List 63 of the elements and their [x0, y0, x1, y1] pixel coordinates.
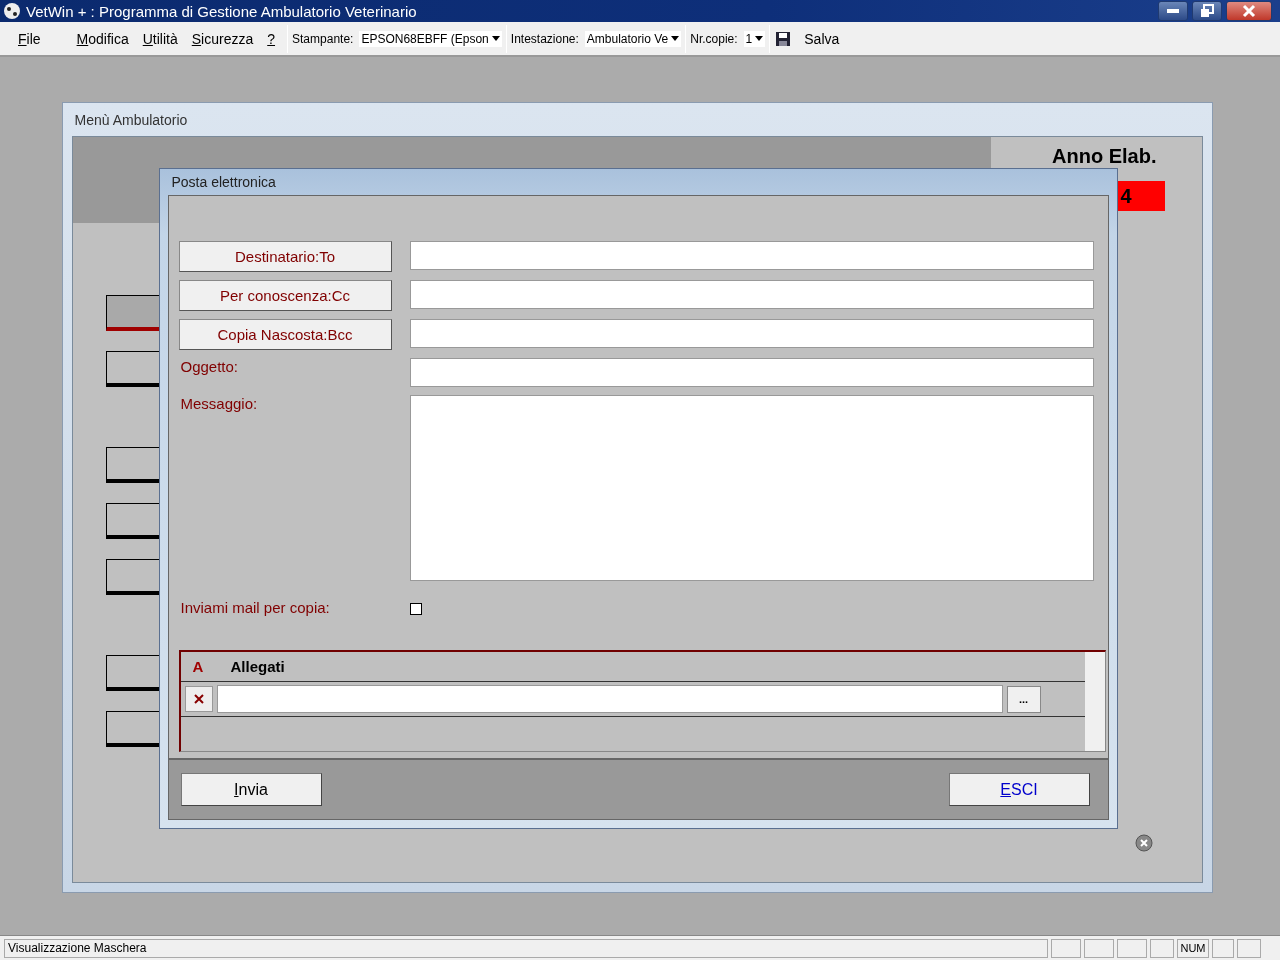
recipient-button[interactable]: Destinatario:To: [178, 241, 392, 272]
minimize-icon: [1167, 9, 1179, 13]
header-label: Intestazione:: [510, 31, 579, 46]
dropdown-caret-icon[interactable]: [491, 36, 500, 41]
recipient-button[interactable]: Copia Nascosta:Bcc: [178, 319, 392, 350]
copy-checkbox[interactable]: [409, 603, 422, 615]
copy-label: Inviami mail per copia:: [179, 599, 330, 616]
dropdown-caret-icon[interactable]: [671, 36, 680, 41]
menu-button[interactable]: [105, 295, 160, 331]
copies-label: Nr.copie:: [690, 31, 738, 46]
field-label: Oggetto:: [179, 358, 239, 375]
restore-button[interactable]: [1192, 1, 1222, 21]
menu-button[interactable]: [105, 559, 160, 595]
input-field[interactable]: [409, 280, 1094, 309]
status-panel: [1212, 938, 1234, 958]
year-label: Anno Elab.: [1052, 145, 1157, 167]
column-header: Allegati: [230, 658, 285, 675]
restore-icon: [1200, 4, 1214, 18]
app-logo-icon: [2, 1, 22, 21]
input-field[interactable]: [409, 241, 1094, 270]
status-panel: [1051, 938, 1081, 958]
num-lock-indicator: NUM: [1177, 938, 1209, 958]
menu-item[interactable]: ?: [261, 30, 282, 47]
menu-button[interactable]: [105, 351, 160, 387]
header-dropdown[interactable]: Ambulatorio Ve: [584, 30, 682, 47]
browse-button[interactable]: ...: [1006, 685, 1041, 713]
copies-dropdown[interactable]: 1: [743, 30, 766, 47]
send-button[interactable]: Invia: [180, 773, 322, 806]
delete-icon: [192, 693, 205, 705]
window-title: VetWin + : Programma di Gestione Ambulatorio Veterinario: [26, 2, 418, 20]
menu-window-title: Menù Ambulatorio: [73, 110, 189, 130]
menu-button[interactable]: [105, 503, 160, 539]
scrollbar-track[interactable]: [1084, 652, 1105, 751]
dialog-title: Posta elettronica: [170, 173, 277, 192]
column-marker: A: [191, 658, 205, 675]
close-icon: [1242, 4, 1256, 18]
message-field[interactable]: [409, 395, 1094, 581]
menu-button[interactable]: [105, 447, 160, 483]
status-panel: [1117, 938, 1147, 958]
input-field[interactable]: [409, 358, 1094, 387]
message-label: Messaggio:: [179, 395, 258, 412]
menu-button[interactable]: [105, 711, 160, 747]
status-text: Visualizzazione Maschera: [4, 938, 1048, 958]
menu-item[interactable]: File: [12, 30, 47, 47]
printer-label: Stampante:: [292, 31, 354, 46]
menu-item[interactable]: Sicurezza: [185, 30, 260, 47]
menu-button[interactable]: [105, 655, 160, 691]
attachment-field[interactable]: [216, 685, 1003, 713]
recipient-button[interactable]: Per conoscenza:Cc: [178, 280, 392, 311]
status-panel: [1237, 938, 1261, 958]
exit-button[interactable]: ESCI: [948, 773, 1090, 806]
delete-button[interactable]: [184, 686, 213, 712]
printer-dropdown[interactable]: EPSON68EBFF (Epson: [359, 30, 502, 47]
status-panel: [1150, 938, 1174, 958]
save-menu-item[interactable]: Salva: [798, 30, 846, 47]
close-button[interactable]: [1226, 1, 1272, 21]
minimize-button[interactable]: [1158, 1, 1188, 21]
input-field[interactable]: [409, 319, 1094, 348]
menu-item[interactable]: Utilità: [136, 30, 184, 47]
menu-item[interactable]: Modifica: [70, 30, 135, 47]
dropdown-caret-icon[interactable]: [755, 36, 764, 41]
status-panel: [1084, 938, 1114, 958]
close-icon[interactable]: [1134, 834, 1153, 852]
